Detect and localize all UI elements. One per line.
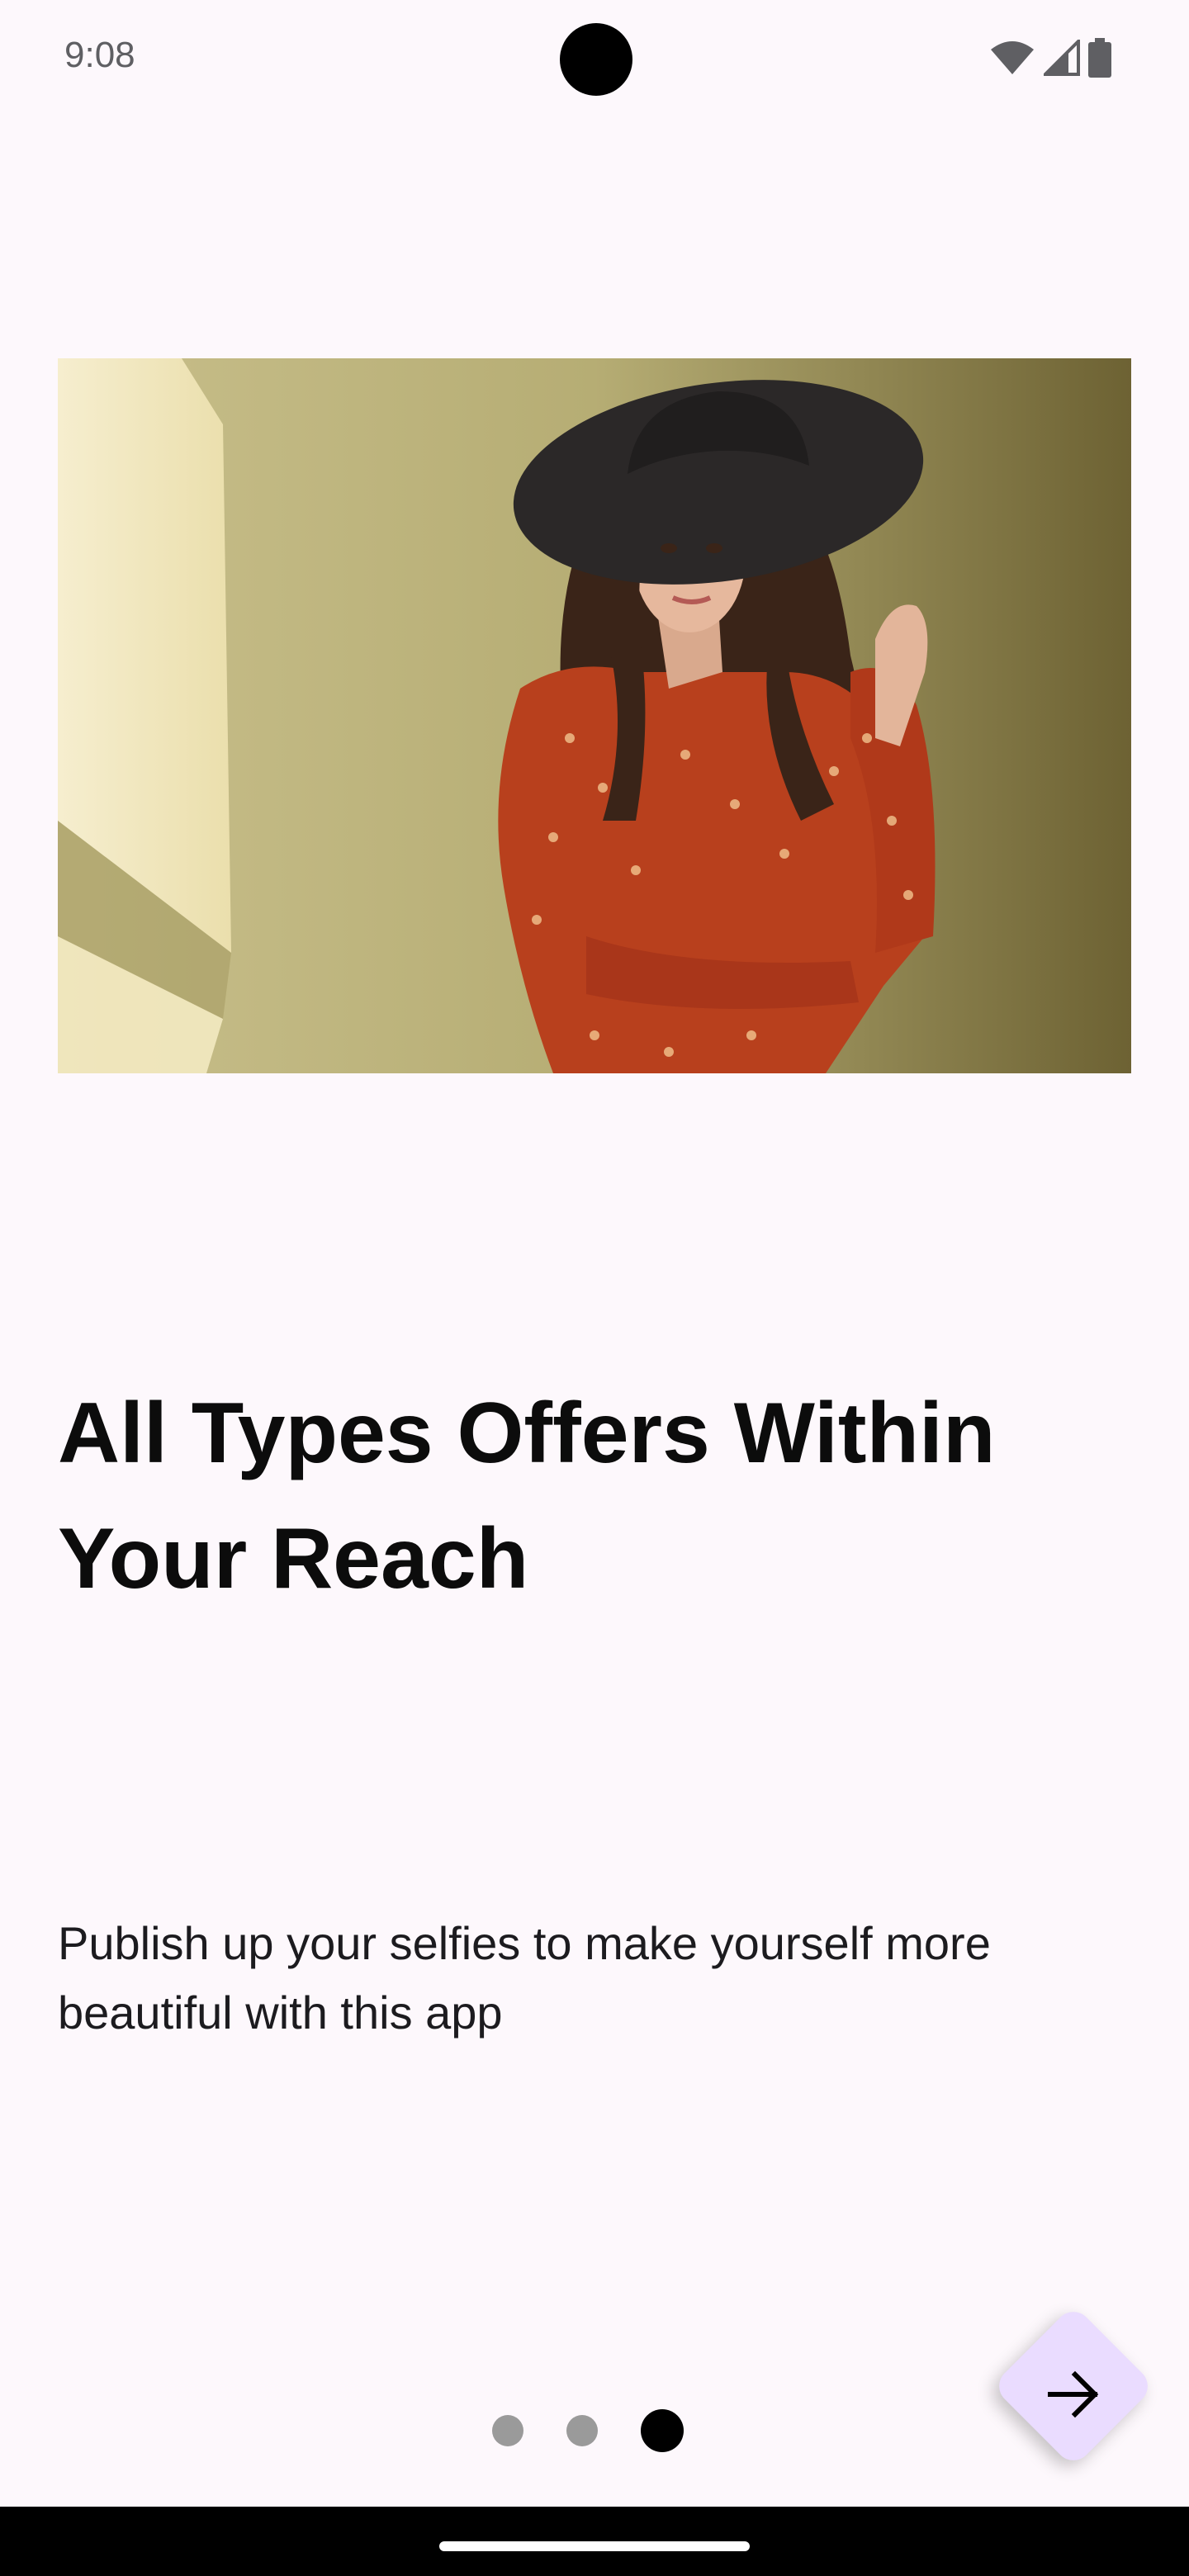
page-dot-1[interactable] [492,2415,523,2446]
battery-icon [1088,38,1111,78]
onboarding-description: Publish up your selfies to make yourself… [58,1917,991,2039]
wifi-icon [989,40,1035,76]
page-dot-3-active[interactable] [641,2409,684,2452]
status-time: 9:08 [64,35,135,75]
home-gesture-handle[interactable] [439,2541,750,2551]
next-button[interactable] [992,2304,1155,2468]
camera-cutout [560,23,632,96]
cellular-signal-icon [1044,40,1080,76]
onboarding-title: All Types Offers Within Your Reach [58,1385,996,1607]
navigation-bar [0,2507,1189,2576]
status-bar: 9:08 [0,0,1189,116]
status-icons [989,38,1111,78]
hero-image [58,358,1131,1073]
page-indicator [492,2409,684,2452]
page-dot-2[interactable] [566,2415,598,2446]
